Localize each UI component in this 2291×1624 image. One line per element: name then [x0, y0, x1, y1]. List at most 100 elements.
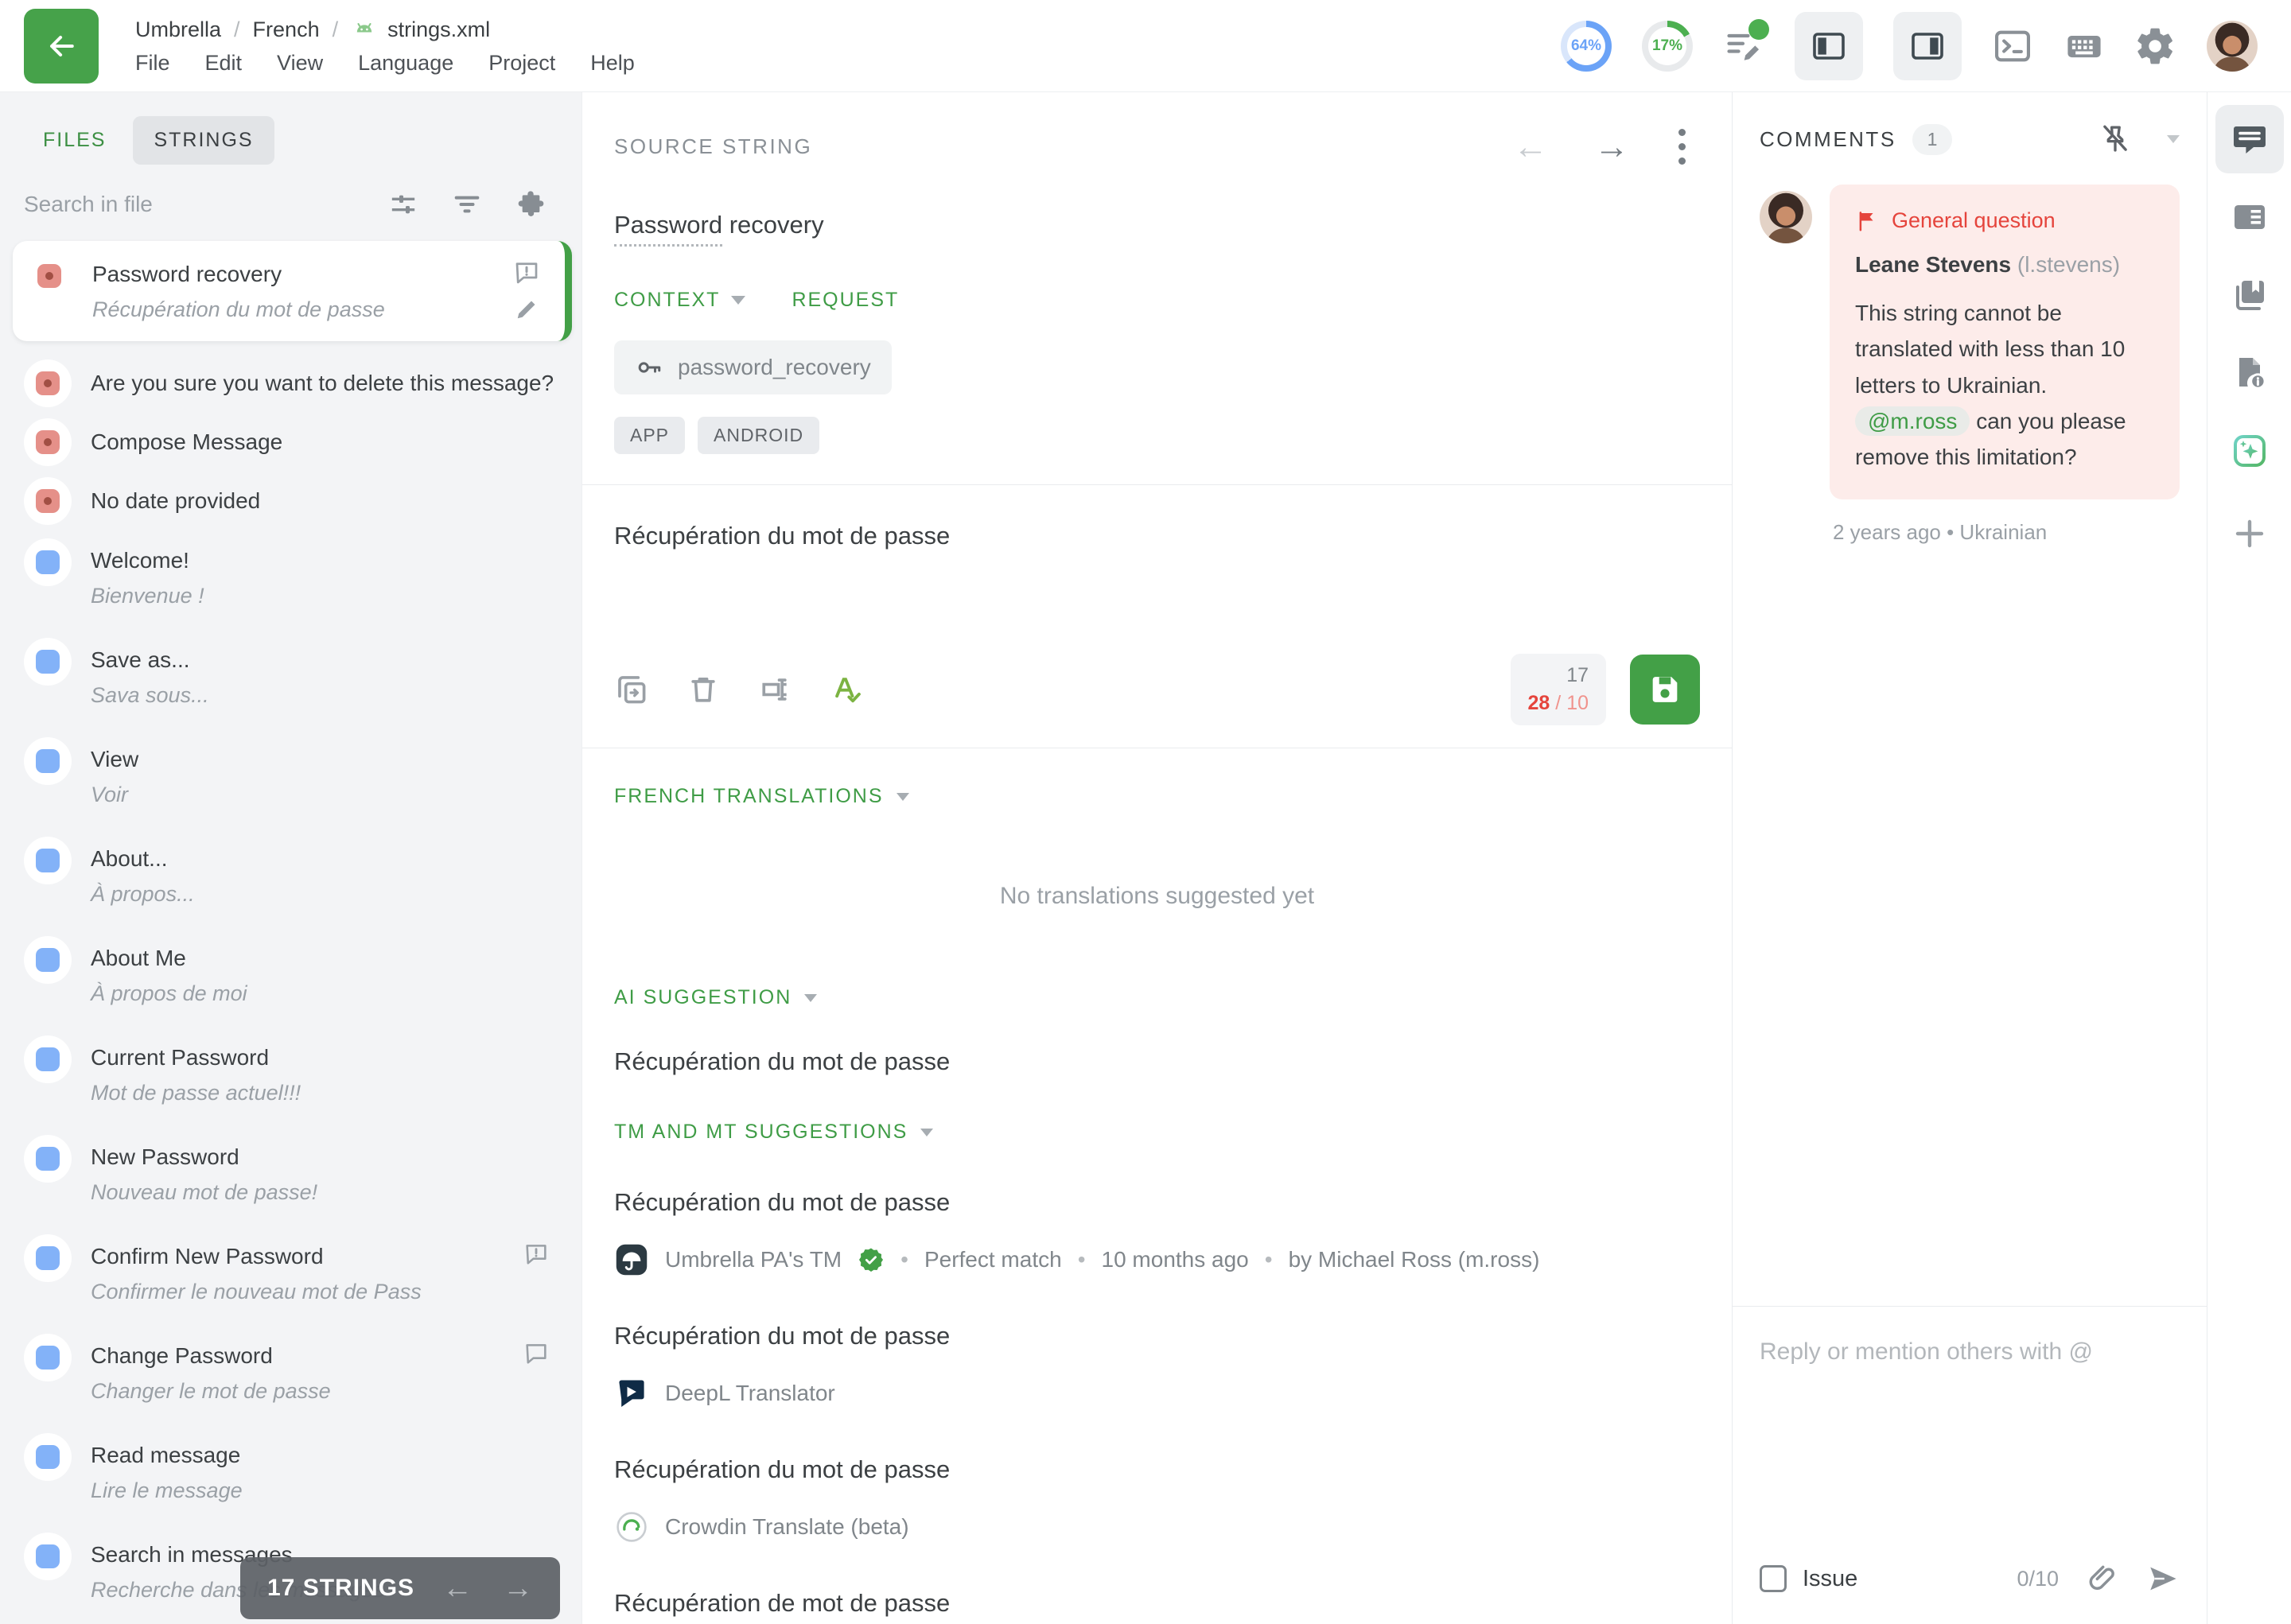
menu-edit[interactable]: Edit [205, 51, 243, 76]
issue-checkbox[interactable] [1760, 1565, 1787, 1592]
edit-pencil-icon[interactable] [512, 295, 541, 324]
string-source: Save as... [91, 647, 209, 673]
glossary-tab-button[interactable] [2215, 261, 2284, 329]
mt-suggestion[interactable]: Récupération du mot de passe DeepL Trans… [614, 1322, 1700, 1411]
tm-suggestion[interactable]: Récupération du mot de passe Umbrella PA… [614, 1188, 1700, 1277]
clear-translation-icon[interactable] [686, 672, 721, 707]
toggle-left-panel-button[interactable] [1795, 12, 1863, 80]
list-item[interactable]: New Password Nouveau mot de passe! [11, 1127, 574, 1226]
string-info-tab-button[interactable] [2215, 183, 2284, 251]
section-tm-mt-suggestions[interactable]: TM AND MT SUGGESTIONS [614, 1121, 1700, 1144]
add-panel-button[interactable] [2215, 499, 2284, 568]
list-item[interactable]: Welcome! Bienvenue ! [11, 530, 574, 630]
sidebar-tabs: FILES STRINGS [0, 92, 582, 165]
label-tag[interactable]: ANDROID [698, 417, 819, 454]
menu-language[interactable]: Language [358, 51, 453, 76]
label-tag[interactable]: APP [614, 417, 685, 454]
comment-issue-icon[interactable] [512, 258, 541, 287]
mention-link[interactable]: @m.ross [1855, 406, 1970, 436]
comment-author-avatar[interactable] [1760, 191, 1812, 243]
source-string-text: Password recovery [614, 211, 1700, 239]
next-string-icon[interactable]: → [1594, 130, 1629, 165]
list-item-selected[interactable]: Password recovery Récupération du mot de… [13, 241, 572, 341]
list-item[interactable]: No date provided [11, 472, 574, 530]
comments-title: COMMENTS [1760, 127, 1896, 152]
filter-icon[interactable] [451, 188, 483, 220]
comment-author[interactable]: Leane Stevens [1855, 252, 2011, 277]
suggestion-text[interactable]: Récupération du mot de passe [614, 1455, 1700, 1484]
ai-assistant-tab-button[interactable] [2215, 417, 2284, 485]
mt-suggestion[interactable]: Récupération du mot de passe Crowdin Tra… [614, 1455, 1700, 1544]
chevron-down-icon [920, 1129, 933, 1136]
source-string-rest: recovery [722, 211, 823, 239]
comment-meta: 2 years ago • Ukrainian [1833, 520, 2180, 545]
string-key-chip[interactable]: password_recovery [614, 340, 892, 394]
send-icon[interactable] [2146, 1562, 2180, 1595]
user-avatar[interactable] [2207, 21, 2258, 72]
unpin-icon[interactable] [2098, 122, 2132, 156]
section-ai-suggestion[interactable]: AI SUGGESTION [614, 986, 1700, 1009]
string-source: No date provided [91, 488, 260, 514]
spellcheck-icon[interactable] [829, 672, 864, 707]
list-item[interactable]: View Voir [11, 729, 574, 829]
list-item[interactable]: Change Password Changer le mot de passe [11, 1326, 574, 1425]
chevron-down-icon[interactable] [2167, 135, 2180, 143]
suggestion-text[interactable]: Récupération du mot de passe [614, 1188, 1700, 1217]
settings-gear-icon[interactable] [2135, 25, 2176, 67]
more-options-icon[interactable] [1675, 126, 1689, 168]
file-context-tab-button[interactable] [2215, 339, 2284, 407]
menu-project[interactable]: Project [488, 51, 555, 76]
list-item[interactable]: Current Password Mot de passe actuel!!! [11, 1028, 574, 1127]
section-french-translations[interactable]: FRENCH TRANSLATIONS [614, 785, 1700, 808]
translated-progress-ring[interactable]: 64% [1561, 21, 1612, 72]
context-link[interactable]: CONTEXT [614, 289, 745, 312]
glossary-term[interactable]: Password [614, 211, 722, 247]
list-item[interactable]: Are you sure you want to delete this mes… [11, 354, 574, 413]
breadcrumb-separator: / [234, 17, 240, 42]
select-text-icon[interactable] [757, 672, 792, 707]
attachment-paperclip-icon[interactable] [2086, 1562, 2119, 1595]
keyboard-shortcuts-icon[interactable] [2063, 25, 2105, 67]
comments-tab-button[interactable] [2215, 105, 2284, 173]
suggestion-text[interactable]: Récupération du mot de passe [614, 1322, 1700, 1350]
save-button[interactable] [1630, 655, 1700, 725]
list-item[interactable]: Read message Lire le message [11, 1425, 574, 1525]
copy-source-icon[interactable] [614, 672, 649, 707]
menu-help[interactable]: Help [590, 51, 635, 76]
translation-input[interactable]: Récupération du mot de passe [614, 522, 1700, 639]
console-icon[interactable] [1992, 25, 2033, 67]
tab-strings[interactable]: STRINGS [133, 116, 274, 165]
activity-log-icon[interactable] [1723, 25, 1764, 67]
list-item[interactable]: Compose Message [11, 413, 574, 472]
ai-suggestion-text[interactable]: Récupération du mot de passe [614, 1047, 1700, 1076]
mt-suggestion[interactable]: Récupération de mot de passe Aa Microsof… [614, 1589, 1700, 1624]
toggle-right-panel-button[interactable] [1893, 12, 1962, 80]
back-button[interactable] [24, 9, 99, 84]
next-string-icon[interactable]: → [503, 1573, 533, 1603]
comment-issue-icon[interactable] [523, 1241, 550, 1268]
comments-count-badge: 1 [1912, 124, 1953, 155]
previous-string-icon[interactable]: ← [1513, 130, 1548, 165]
search-input[interactable] [24, 192, 387, 217]
string-list: Password recovery Récupération du mot de… [0, 241, 582, 1624]
tab-files[interactable]: FILES [22, 116, 126, 165]
reply-input[interactable] [1760, 1338, 2180, 1366]
breadcrumb-file[interactable]: strings.xml [351, 16, 490, 43]
list-item[interactable]: Confirm New Password Confirmer le nouvea… [11, 1226, 574, 1326]
breadcrumb-language[interactable]: French [253, 17, 320, 42]
suggestion-text[interactable]: Récupération de mot de passe [614, 1589, 1700, 1618]
comment-icon[interactable] [523, 1340, 550, 1367]
list-item[interactable]: Save as... Sava sous... [11, 630, 574, 729]
menu-view[interactable]: View [277, 51, 323, 76]
request-link[interactable]: REQUEST [792, 289, 899, 312]
comment-card: General question Leane Stevens (l.steven… [1830, 185, 2180, 499]
prev-string-icon[interactable]: ← [442, 1573, 473, 1603]
approved-progress-ring[interactable]: 17% [1642, 21, 1693, 72]
string-source: About... [91, 846, 195, 872]
breadcrumb-project[interactable]: Umbrella [135, 17, 221, 42]
filter-settings-icon[interactable] [387, 188, 419, 220]
menu-file[interactable]: File [135, 51, 170, 76]
plugins-puzzle-icon[interactable] [515, 188, 546, 220]
list-item[interactable]: About... À propos... [11, 829, 574, 928]
list-item[interactable]: About Me À propos de moi [11, 928, 574, 1028]
